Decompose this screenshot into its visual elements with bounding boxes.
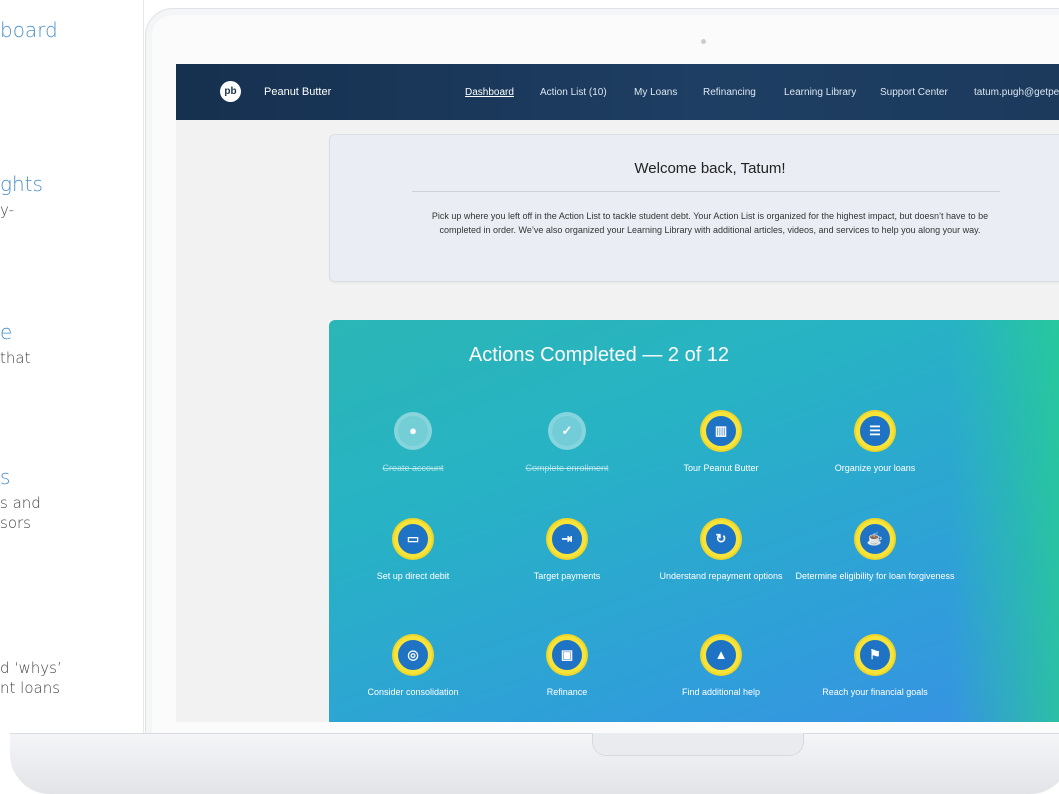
clipboard-check-icon: ✓ [548,412,586,450]
nav-learning-library[interactable]: Learning Library [784,87,856,98]
action-item[interactable]: ☰ Organize your loans [795,412,955,475]
feature-description: that [0,349,31,367]
logo-icon[interactable]: pb [220,81,241,102]
feature-description: s and sors [0,494,41,532]
action-label: Understand repayment options [659,571,783,581]
action-label: Refinance [546,687,588,697]
action-item[interactable]: ▭ Set up direct debit [333,520,493,583]
feature-title: ghts [0,172,43,196]
action-label: Determine eligibility for loan forgivene… [795,571,955,581]
action-item[interactable]: ▲ Find additional help [641,636,801,699]
nav-refinancing[interactable]: Refinancing [703,87,756,98]
card-icon: ▭ [394,520,432,558]
feature-title: e [0,320,13,344]
nav-support-center[interactable]: Support Center [880,87,948,98]
action-item[interactable]: ▥ Tour Peanut Butter [641,412,801,475]
feature-item: e that [0,320,143,368]
action-label: Target payments [533,571,601,581]
brand-name[interactable]: Peanut Butter [264,86,331,98]
panel-gradient [949,320,1059,722]
laptop-notch [592,733,804,756]
list-icon: ☰ [856,412,894,450]
action-label: Create account [382,463,444,473]
refresh-icon: ↻ [702,520,740,558]
nav-user-account[interactable]: tatum.pugh@getpe [974,87,1059,98]
actions-progress-title: Actions Completed — 2 of 12 [468,344,730,366]
action-item[interactable]: ◎ Consider consolidation [333,636,493,699]
welcome-card: Welcome back, Tatum! Pick up where you l… [329,134,1059,282]
laptop-base [10,733,1059,794]
cup-icon: ☕ [856,520,894,558]
action-item[interactable]: ↻ Understand repayment options [641,520,801,583]
feature-title: board [0,18,58,42]
camera-icon [701,39,706,44]
action-label: Complete enrollment [525,463,609,473]
action-item[interactable]: ▣ Refinance [487,636,647,699]
top-navbar: pb Peanut Butter Dashboard Action List (… [176,64,1059,120]
action-item[interactable]: ● Create account [333,412,493,475]
feature-list-panel: board ghts y- e that s s and sors d ‘why… [0,0,144,745]
action-label: Organize your loans [834,463,916,473]
person-icon: ● [394,412,432,450]
action-label: Reach your financial goals [822,687,928,697]
feature-item: s s and sors [0,465,143,533]
action-item[interactable]: ⇥ Target payments [487,520,647,583]
action-label: Set up direct debit [376,571,450,581]
app-screen: pb Peanut Butter Dashboard Action List (… [176,64,1059,722]
divider [412,191,1000,192]
action-label: Tour Peanut Butter [683,463,759,473]
action-item[interactable]: ⚑ Reach your financial goals [795,636,955,699]
enter-icon: ⇥ [548,520,586,558]
action-label: Consider consolidation [367,687,459,697]
feature-title: s [0,465,11,489]
welcome-text: Pick up where you left off in the Action… [431,211,989,235]
welcome-title: Welcome back, Tatum! [634,160,786,177]
feature-description: d ‘whys’ nt loans [0,659,62,697]
briefcase-icon: ▣ [548,636,586,674]
action-item[interactable]: ☕ Determine eligibility for loan forgiven… [795,520,955,583]
feature-item: ghts y- [0,172,143,220]
nav-my-loans[interactable]: My Loans [634,87,677,98]
action-label: Find additional help [681,687,761,697]
action-item[interactable]: ✓ Complete enrollment [487,412,647,475]
nav-dashboard[interactable]: Dashboard [465,87,514,98]
feature-item: d ‘whys’ nt loans [0,654,143,698]
nav-action-list[interactable]: Action List (10) [540,87,607,98]
feature-description: y- [0,201,15,219]
graduation-cap-icon: ▲ [702,636,740,674]
actions-panel: Actions Completed — 2 of 12 ● Create acco… [329,320,1059,722]
flag-icon: ⚑ [856,636,894,674]
target-icon: ◎ [394,636,432,674]
map-icon: ▥ [702,412,740,450]
feature-item: board [0,18,143,42]
